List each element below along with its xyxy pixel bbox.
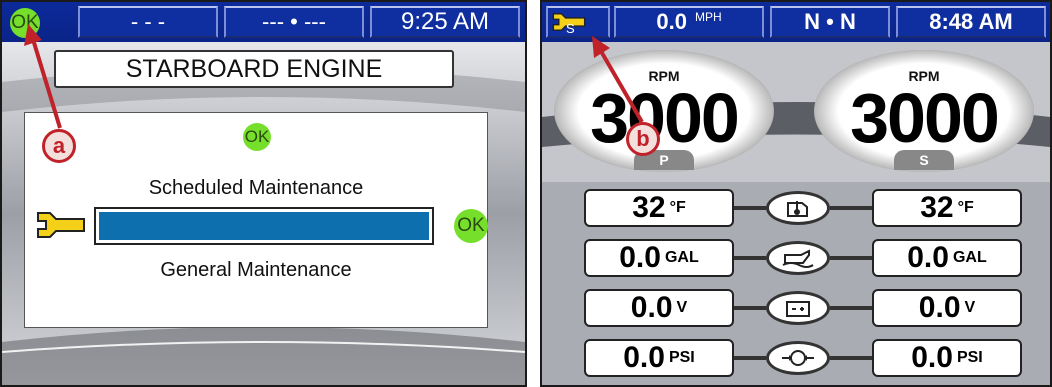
wrench-icon [37,212,85,238]
readout-connector [734,256,766,260]
starboard-readout[interactable]: 0.0 PSI [872,339,1022,377]
starboard-readout-value: 0.0 [911,341,953,374]
port-readout-unit: PSI [668,349,695,366]
pressure-icon [766,341,830,375]
starboard-rpm-value: 3000 [850,79,1000,157]
clock-display[interactable]: 9:25 AM [370,6,520,38]
readout-connector [734,356,766,360]
port-readout-unit: GAL [664,249,699,266]
gear-text: N • N [804,9,856,34]
oil-can-icon [766,241,830,275]
callout-a-text: a [52,133,66,158]
port-readout-value: 0.0 [623,341,665,374]
general-maintenance-label: General Maintenance [160,259,352,281]
port-readout[interactable]: 0.0 GAL [584,239,734,277]
port-readout-value: 32 [632,191,666,224]
port-readout-value: 0.0 [619,241,661,274]
port-readout-unit: V [676,299,688,316]
starboard-readout-value: 0.0 [907,241,949,274]
callout-b: b [626,122,660,156]
callout-b-arrow [592,36,644,124]
maintenance-progress-bar [94,207,434,245]
starboard-readout-value: 32 [920,191,954,224]
readout-connector [830,356,872,360]
port-readout-unit: °F [669,199,686,216]
starboard-rpm-gauge[interactable]: RPM 3000 S [814,50,1034,172]
readout-connector [734,306,766,310]
maintenance-progress-fill [99,212,429,240]
card-ok-text: OK [244,127,270,146]
battery-icon [766,291,830,325]
segment-1-text: - - - [130,9,166,34]
maintenance-ok-text: OK [457,215,485,236]
readout-connector [830,256,872,260]
callout-b-text: b [636,126,650,151]
readout-connector [830,306,872,310]
starboard-readout-unit: V [964,299,976,316]
starboard-readout[interactable]: 0.0 V [872,289,1022,327]
engine-title: STARBOARD ENGINE [125,54,383,83]
clock-text-right: 8:48 AM [929,9,1013,34]
engine-temperature-icon [766,191,830,225]
clock-text: 9:25 AM [400,8,490,35]
gear-display[interactable]: N • N [770,6,890,38]
status-segment-2[interactable]: --- • --- [224,6,364,38]
readout-connector [830,206,872,210]
right-screen: S 0.0 MPH N • N 8:48 AM RPM 3000 P RPM 3… [540,0,1052,387]
left-screen: OK - - - --- • --- 9:25 AM STARBOARD ENG… [0,0,527,387]
segment-2-text: --- • --- [262,9,326,34]
starboard-rpm-tag: S [894,150,954,170]
scheduled-maintenance-label: Scheduled Maintenance [148,177,364,199]
port-readout[interactable]: 0.0 PSI [584,339,734,377]
starboard-readout[interactable]: 32 °F [872,189,1022,227]
callout-a: a [42,129,76,163]
starboard-readout-value: 0.0 [918,291,961,324]
starboard-readout-unit: °F [957,199,974,216]
readout-connector [734,206,766,210]
card-ok-indicator: OK [243,123,271,151]
port-readout[interactable]: 32 °F [584,189,734,227]
maintenance-ok-indicator: OK [454,209,488,243]
clock-display-right[interactable]: 8:48 AM [896,6,1046,38]
starboard-readout-unit: PSI [956,349,983,366]
starboard-readout[interactable]: 0.0 GAL [872,239,1022,277]
port-readout-value: 0.0 [630,291,673,324]
port-readout[interactable]: 0.0 V [584,289,734,327]
starboard-readout-unit: GAL [952,249,987,266]
